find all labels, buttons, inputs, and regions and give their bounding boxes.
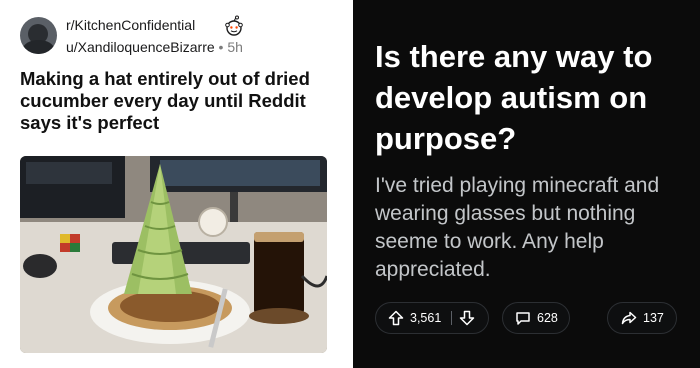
- share-arrow-icon: [621, 311, 637, 325]
- reddit-snoo-icon: [225, 15, 243, 36]
- post-title[interactable]: Making a hat entirely out of dried cucum…: [20, 68, 338, 134]
- comment-bubble-icon: [516, 312, 530, 325]
- vote-divider: [451, 311, 453, 325]
- question-title[interactable]: Is there any way to develop autism on pu…: [375, 36, 695, 159]
- vote-bar: 3,561: [375, 302, 489, 334]
- post-image[interactable]: [20, 156, 327, 353]
- meme-collage: r/KitchenConfidential u/XandiloquenceBiz…: [0, 0, 700, 368]
- question-body: I've tried playing minecraft and wearing…: [375, 174, 660, 281]
- subreddit-name[interactable]: r/KitchenConfidential: [66, 17, 195, 33]
- username[interactable]: u/XandiloquenceBizarre: [66, 39, 215, 55]
- upvote-count: 3,561: [410, 311, 442, 325]
- cucumber-hat-photo: [20, 156, 327, 353]
- comments-button[interactable]: 628: [502, 302, 570, 334]
- meta-separator: •: [218, 39, 224, 55]
- comment-count: 628: [537, 311, 558, 325]
- reddit-post-card: r/KitchenConfidential u/XandiloquenceBiz…: [0, 0, 353, 368]
- question-card: Is there any way to develop autism on pu…: [353, 0, 700, 368]
- post-age: 5h: [227, 39, 243, 55]
- avatar[interactable]: [20, 17, 57, 54]
- downvote-arrow-icon[interactable]: [459, 310, 475, 326]
- share-count: 137: [643, 311, 664, 325]
- post-meta: u/XandiloquenceBizarre • 5h: [66, 39, 243, 55]
- upvote-arrow-icon[interactable]: [388, 310, 404, 326]
- share-button[interactable]: 137: [607, 302, 677, 334]
